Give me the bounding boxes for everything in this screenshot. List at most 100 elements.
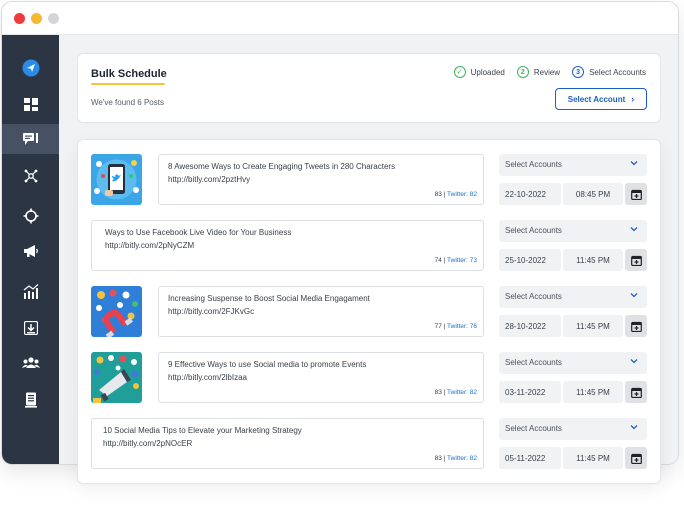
dropdown-placeholder: Select Accounts (505, 160, 562, 169)
sidebar-item-bulk-schedule[interactable] (2, 124, 59, 154)
posts-list-card: 8 Awesome Ways to Create Engaging Tweets… (77, 139, 661, 484)
chevron-down-icon (630, 227, 638, 232)
total-count: 77 (434, 323, 442, 330)
post-thumbnail (91, 286, 142, 337)
calendar-icon (630, 321, 642, 332)
chevron-right-icon: › (631, 94, 635, 104)
calendar-button[interactable] (625, 249, 647, 271)
post-content-box[interactable]: 10 Social Media Tips to Elevate your Mar… (91, 418, 484, 469)
sidebar-item-dashboard[interactable] (2, 89, 59, 119)
character-count: 83 | Twitter: 82 (434, 455, 477, 462)
minimize-window-button[interactable] (31, 13, 42, 24)
post-title: Increasing Suspense to Boost Social Medi… (168, 294, 370, 303)
calendar-icon (630, 453, 642, 464)
select-accounts-dropdown[interactable]: Select Accounts (499, 352, 647, 374)
post-content-box[interactable]: Increasing Suspense to Boost Social Medi… (158, 286, 484, 337)
twitter-count: Twitter: 76 (447, 323, 477, 330)
time-input[interactable]: 11:45 PM (563, 315, 623, 337)
post-link[interactable]: http://bitly.com/2pNOcER (103, 439, 192, 448)
select-account-button[interactable]: Select Account › (555, 88, 647, 110)
crosshair-icon (23, 208, 38, 224)
chevron-down-icon (630, 359, 638, 364)
post-content-box[interactable]: Ways to Use Facebook Live Video for Your… (91, 220, 484, 271)
character-count: 77 | Twitter: 76 (434, 323, 477, 330)
document-icon (24, 392, 37, 408)
step-label: Uploaded (470, 67, 505, 77)
post-content-box[interactable]: 8 Awesome Ways to Create Engaging Tweets… (158, 154, 484, 205)
twitter-count: Twitter: 82 (447, 455, 477, 462)
dropdown-placeholder: Select Accounts (505, 424, 562, 433)
twitter-phone-illustration (91, 154, 142, 205)
time-input[interactable]: 11:45 PM (563, 381, 623, 403)
calendar-button[interactable] (625, 447, 647, 469)
post-link[interactable]: http://bitly.com/2pNyCZM (105, 241, 194, 250)
calendar-button[interactable] (625, 315, 647, 337)
sidebar-item-analytics[interactable] (2, 276, 59, 306)
step-uploaded[interactable]: ✓ Uploaded (453, 66, 505, 78)
step-review[interactable]: 2 Review (516, 66, 561, 78)
megaphone-icon (23, 245, 38, 257)
chevron-down-icon (630, 293, 638, 298)
calendar-button[interactable] (625, 183, 647, 205)
chevron-down-icon (630, 425, 638, 430)
calendar-icon (630, 255, 642, 266)
post-title: 9 Effective Ways to use Social media to … (168, 360, 367, 369)
select-accounts-dropdown[interactable]: Select Accounts (499, 286, 647, 308)
bulk-schedule-header-card: Bulk Schedule We've found 6 Posts ✓ Uplo… (77, 53, 661, 123)
sidebar-item-campaigns[interactable] (2, 236, 59, 266)
step-label: Review (533, 67, 561, 77)
character-count: 83 | Twitter: 82 (434, 389, 477, 396)
select-accounts-dropdown[interactable]: Select Accounts (499, 220, 647, 242)
post-row: Increasing Suspense to Boost Social Medi… (78, 286, 662, 338)
time-input[interactable]: 08:45 PM (563, 183, 623, 205)
calendar-icon (630, 387, 642, 398)
date-input[interactable]: 25-10-2022 (499, 249, 561, 271)
date-input[interactable]: 03-11-2022 (499, 381, 561, 403)
network-icon (24, 169, 37, 183)
post-content-box[interactable]: 9 Effective Ways to use Social media to … (158, 352, 484, 403)
character-count: 83 | Twitter: 82 (434, 191, 477, 198)
time-input[interactable]: 11:45 PM (563, 249, 623, 271)
date-input[interactable]: 05-11-2022 (499, 447, 561, 469)
step-select-accounts[interactable]: 3 Select Accounts (572, 66, 646, 78)
sidebar-item-reports[interactable] (2, 385, 59, 415)
step-number-icon: 3 (572, 66, 585, 78)
twitter-count: Twitter: 73 (447, 257, 477, 264)
close-window-button[interactable] (14, 13, 25, 24)
post-link[interactable]: http://bitly.com/2FJKvGc (168, 307, 254, 316)
sidebar (2, 35, 59, 464)
date-input[interactable]: 28-10-2022 (499, 315, 561, 337)
post-row: Ways to Use Facebook Live Video for Your… (78, 220, 662, 272)
total-count: 83 (434, 389, 442, 396)
twitter-count: Twitter: 82 (447, 389, 477, 396)
calendar-button[interactable] (625, 381, 647, 403)
post-title: Ways to Use Facebook Live Video for Your… (105, 228, 292, 237)
sidebar-item-import[interactable] (2, 313, 59, 343)
post-link[interactable]: http://bitly.com/2lbIzaa (168, 373, 247, 382)
date-input[interactable]: 22-10-2022 (499, 183, 561, 205)
magnet-social-illustration (91, 286, 142, 337)
select-accounts-dropdown[interactable]: Select Accounts (499, 154, 647, 176)
total-count: 83 (434, 455, 442, 462)
post-link[interactable]: http://bitly.com/2pztHvy (168, 175, 250, 184)
maximize-window-button[interactable] (48, 13, 59, 24)
sidebar-item-team[interactable] (2, 348, 59, 378)
time-input[interactable]: 11:45 PM (563, 447, 623, 469)
post-row: 10 Social Media Tips to Elevate your Mar… (78, 418, 662, 470)
users-icon (21, 357, 40, 368)
posts-found-text: We've found 6 Posts (91, 98, 164, 107)
total-count: 74 (434, 257, 442, 264)
page-title: Bulk Schedule (91, 68, 167, 80)
analytics-icon (23, 283, 38, 299)
sidebar-item-network[interactable] (2, 161, 59, 191)
sidebar-item-targeting[interactable] (2, 201, 59, 231)
character-count: 74 | Twitter: 73 (434, 257, 477, 264)
sidebar-item-publish[interactable] (2, 53, 59, 83)
total-count: 83 (434, 191, 442, 198)
check-circle-icon: ✓ (453, 66, 466, 78)
dropdown-placeholder: Select Accounts (505, 292, 562, 301)
select-accounts-dropdown[interactable]: Select Accounts (499, 418, 647, 440)
schedule-posts-icon (22, 133, 38, 145)
step-number-icon: 2 (516, 66, 529, 78)
post-title: 8 Awesome Ways to Create Engaging Tweets… (168, 162, 396, 171)
